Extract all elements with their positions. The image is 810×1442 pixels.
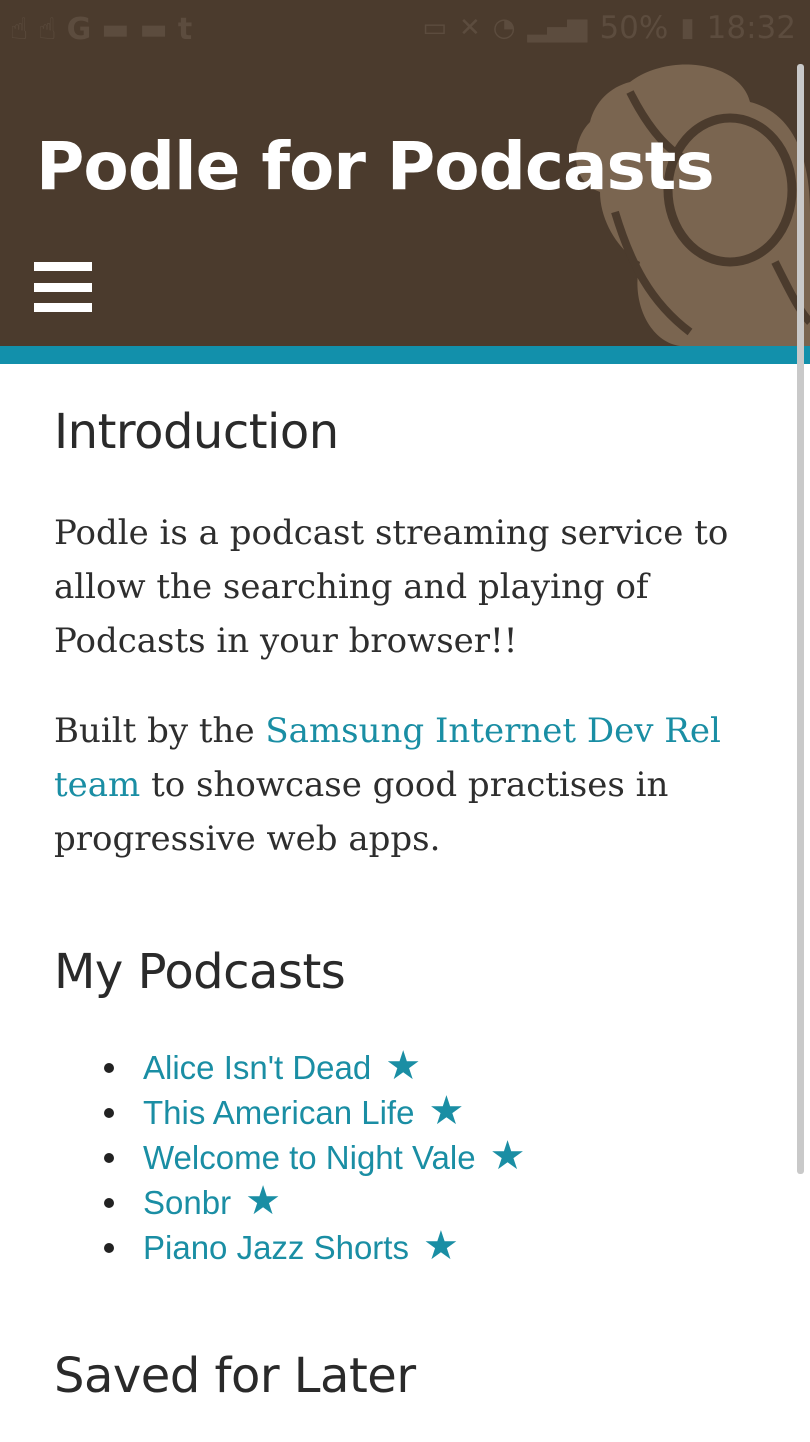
star-icon[interactable]: ★ (490, 1134, 526, 1178)
podcast-link[interactable]: Piano Jazz Shorts (143, 1229, 409, 1266)
podcast-list-item: Welcome to Night Vale ★ (103, 1134, 526, 1179)
app-header: Podle for Podcasts (0, 62, 810, 346)
credits-text-after: to showcase good practises in progressiv… (54, 765, 669, 859)
podcast-link[interactable]: Alice Isn't Dead (143, 1049, 371, 1086)
scrollbar[interactable] (797, 64, 804, 1174)
touch-icon: ☝ (38, 12, 57, 47)
clock: 18:32 (706, 10, 796, 46)
briefcase-icon: ▬ (139, 12, 168, 47)
tumblr-icon: t (177, 12, 193, 47)
menu-line (34, 262, 92, 271)
credits-text-before: Built by the (54, 711, 266, 751)
mute-icon: ✕ (458, 13, 481, 43)
star-icon[interactable]: ★ (428, 1089, 464, 1133)
podcast-link[interactable]: Welcome to Night Vale (143, 1139, 476, 1176)
battery-percent: 50% (599, 10, 669, 46)
app-title: Podle for Podcasts (36, 128, 715, 205)
wifi-icon: ◔ (492, 13, 516, 43)
podcast-list: Alice Isn't Dead ★ This American Life ★ We… (54, 1044, 525, 1269)
hamburger-menu-button[interactable] (34, 262, 92, 312)
menu-line (34, 282, 92, 292)
my-podcasts-heading: My Podcasts (54, 944, 346, 1000)
star-icon[interactable]: ★ (245, 1179, 281, 1223)
battery-icon: ▮ (680, 13, 695, 43)
saved-for-later-heading: Saved for Later (54, 1348, 416, 1404)
star-icon[interactable]: ★ (385, 1044, 421, 1088)
credits-paragraph: Built by the Samsung Internet Dev Rel te… (54, 704, 754, 866)
podcast-list-item: This American Life ★ (103, 1089, 525, 1134)
touch-icon: ☝ (10, 12, 29, 47)
podcast-list-item: Sonbr ★ (103, 1179, 525, 1224)
intro-paragraph: Podle is a podcast streaming service to … (54, 513, 729, 661)
signal-icon: ▂▄▆ (527, 13, 588, 43)
system-status: ▭ ✕ ◔ ▂▄▆ 50% ▮ 18:32 (422, 10, 796, 46)
podcast-link[interactable]: Sonbr (143, 1184, 231, 1221)
status-bar: ☝ ☝ G ▬ ▬ t ▭ ✕ ◔ ▂▄▆ 50% ▮ 18:32 (0, 0, 810, 62)
briefcase-icon: ▬ (101, 12, 130, 47)
podcast-link[interactable]: This American Life (143, 1094, 414, 1131)
menu-line (34, 303, 92, 312)
introduction-heading: Introduction (54, 404, 339, 460)
header-accent-bar (0, 346, 810, 364)
cast-icon: ▭ (422, 13, 447, 43)
notification-icons: ☝ ☝ G ▬ ▬ t (10, 12, 192, 47)
star-icon[interactable]: ★ (423, 1224, 459, 1268)
podcast-list-item: Alice Isn't Dead ★ (103, 1044, 525, 1089)
google-icon: G (66, 12, 92, 47)
podcast-list-item: Piano Jazz Shorts ★ (103, 1224, 525, 1269)
